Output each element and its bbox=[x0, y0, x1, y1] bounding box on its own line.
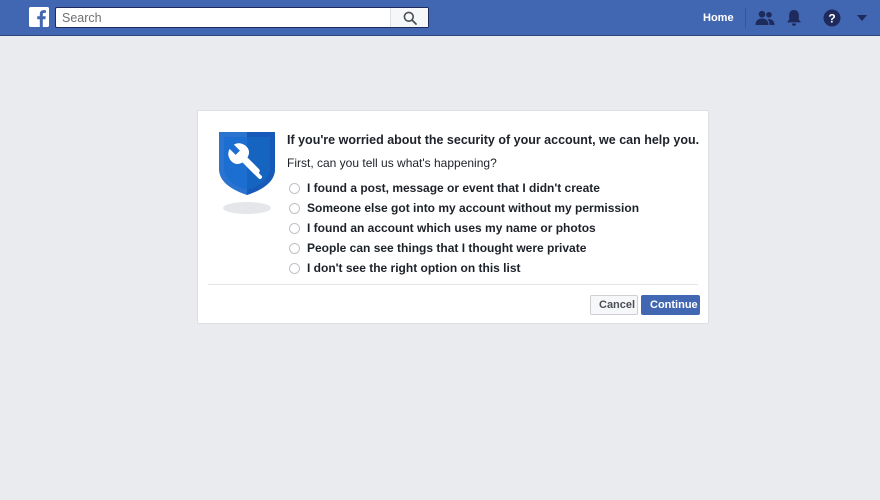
option-privacy-concern[interactable]: People can see things that I thought wer… bbox=[289, 238, 639, 258]
friend-requests-icon[interactable] bbox=[754, 7, 776, 29]
option-label: People can see things that I thought wer… bbox=[307, 241, 587, 255]
home-link[interactable]: Home bbox=[703, 10, 734, 26]
option-impersonation-account[interactable]: I found an account which uses my name or… bbox=[289, 218, 639, 238]
option-unauthorized-access[interactable]: Someone else got into my account without… bbox=[289, 198, 639, 218]
shield-wrench-icon bbox=[217, 129, 277, 219]
radio-button[interactable] bbox=[289, 222, 300, 234]
search-input[interactable] bbox=[56, 8, 392, 27]
option-other[interactable]: I don't see the right option on this lis… bbox=[289, 258, 639, 278]
search-icon bbox=[403, 11, 417, 25]
option-label: Someone else got into my account without… bbox=[307, 201, 640, 215]
search-bar bbox=[55, 7, 429, 28]
nav-divider bbox=[745, 8, 746, 28]
radio-button[interactable] bbox=[289, 242, 300, 254]
cancel-button[interactable]: Cancel bbox=[590, 295, 638, 315]
account-security-dialog: If you're worried about the security of … bbox=[197, 110, 709, 324]
option-label: I found an account which uses my name or… bbox=[307, 221, 596, 235]
radio-button[interactable] bbox=[289, 262, 300, 274]
dialog-footer-divider bbox=[208, 284, 698, 285]
bell-icon[interactable] bbox=[784, 7, 804, 29]
option-label: I don't see the right option on this lis… bbox=[307, 261, 521, 275]
caret-down-icon[interactable] bbox=[855, 7, 869, 29]
dialog-subtitle: First, can you tell us what's happening? bbox=[287, 156, 497, 170]
svg-text:?: ? bbox=[828, 11, 835, 25]
radio-button[interactable] bbox=[289, 202, 300, 214]
dialog-title: If you're worried about the security of … bbox=[287, 133, 700, 147]
continue-button[interactable]: Continue bbox=[641, 295, 700, 315]
issue-options-list: I found a post, message or event that I … bbox=[289, 178, 639, 278]
help-question-icon[interactable]: ? bbox=[822, 7, 842, 29]
search-button[interactable] bbox=[390, 8, 428, 27]
radio-button[interactable] bbox=[289, 182, 300, 194]
option-post-message-event[interactable]: I found a post, message or event that I … bbox=[289, 178, 639, 198]
top-navigation-bar: Home ? bbox=[0, 0, 880, 36]
facebook-logo-icon[interactable] bbox=[29, 7, 49, 27]
option-label: I found a post, message or event that I … bbox=[307, 181, 600, 195]
